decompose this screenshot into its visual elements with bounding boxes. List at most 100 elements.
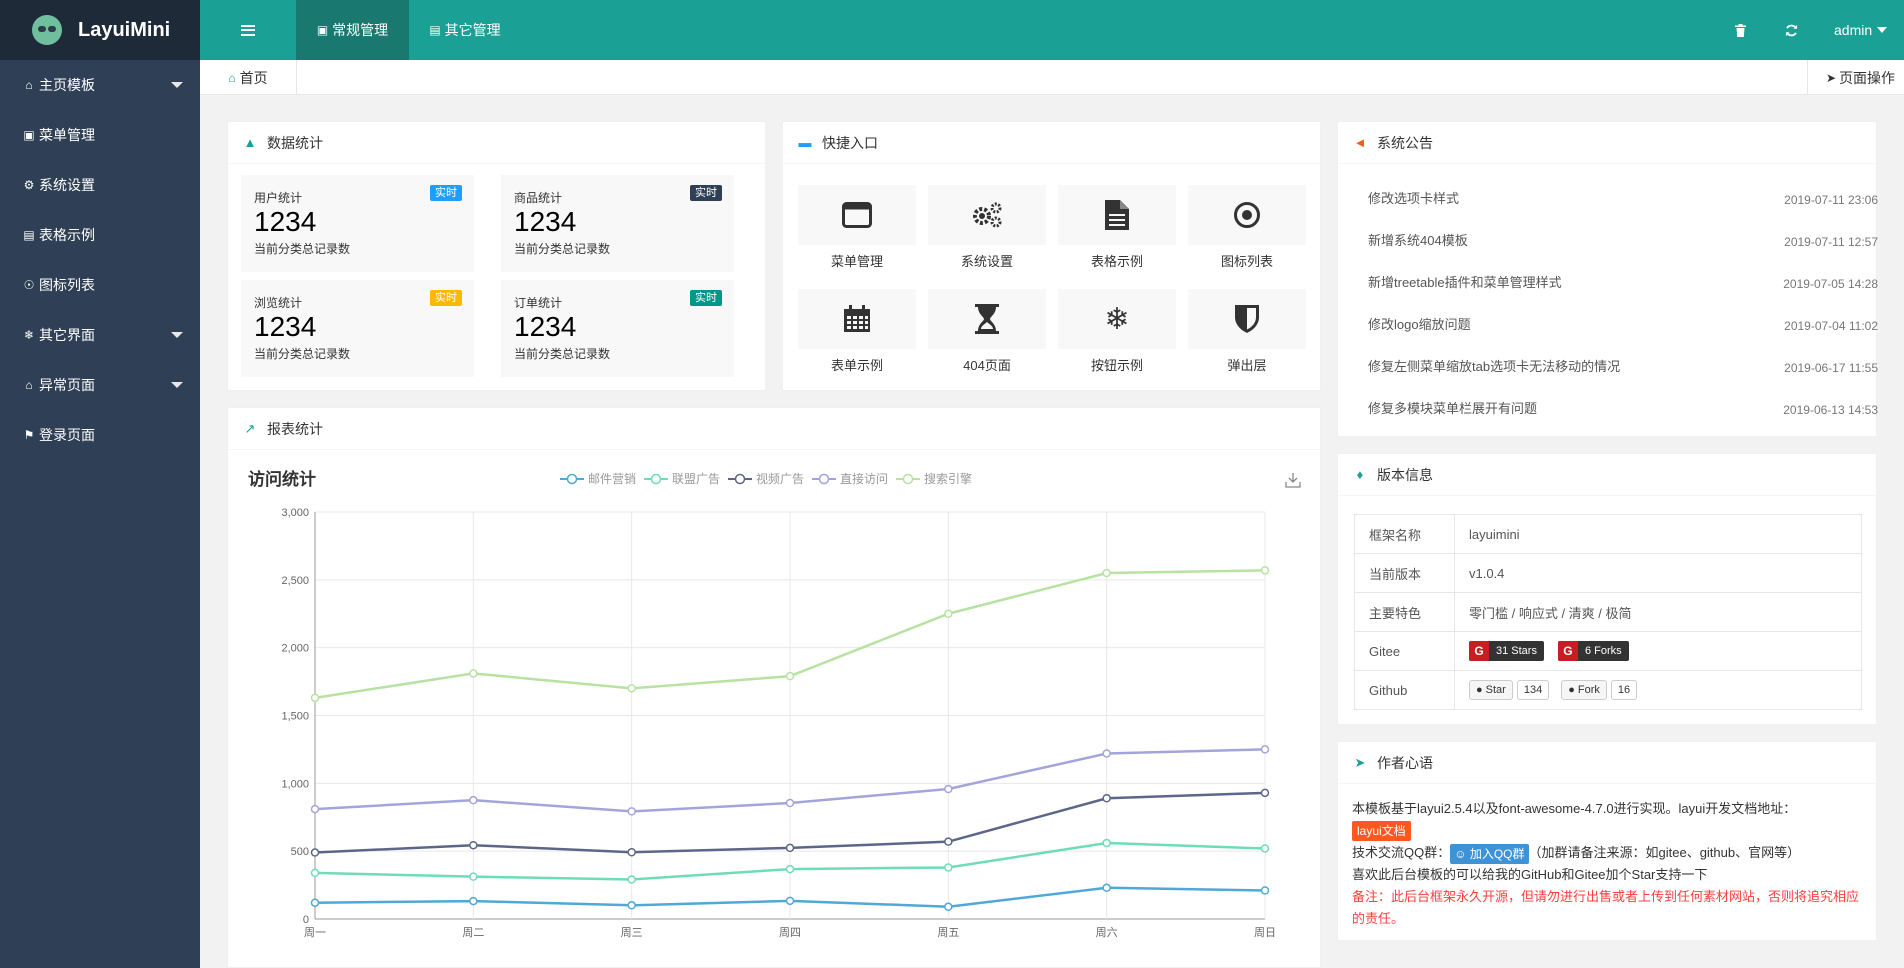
data-point[interactable] [627, 807, 636, 816]
github-star-count[interactable]: 134 [1516, 680, 1550, 700]
quick-entry-popup[interactable]: 弹出层 [1188, 289, 1306, 382]
legend-item[interactable]: 搜索引擎 [896, 471, 972, 486]
data-point[interactable] [1102, 883, 1111, 893]
tab-home[interactable]: ⌂ 首页 [200, 60, 297, 95]
top-tab-normal[interactable]: ▣ 常规管理 [296, 0, 409, 60]
data-point[interactable] [1260, 788, 1270, 798]
quick-entry-settings[interactable]: 系统设置 [928, 185, 1046, 278]
data-point[interactable] [310, 868, 320, 878]
stat-card-views[interactable]: 浏览统计 实时 1234 当前分类总记录数 [241, 280, 474, 377]
visit-chart: 访问统计 邮件营销 联盟广告 视频广告 直接访问 搜索引擎 0 500 1,000 1,500… [248, 469, 1301, 939]
stat-subtitle: 当前分类总记录数 [254, 347, 351, 361]
data-point[interactable] [310, 898, 320, 907]
data-point[interactable] [469, 872, 478, 881]
sidebar-item-error-pages[interactable]: ⌂ 异常页面 [0, 360, 200, 410]
github-fork-button[interactable]: ● Fork [1561, 680, 1607, 700]
window-icon: ▣ [23, 128, 35, 142]
sidebar-item-other-pages[interactable]: ❄ 其它界面 [0, 310, 200, 360]
github-star-button[interactable]: ● Star [1469, 680, 1513, 700]
refresh-icon [1785, 24, 1797, 36]
data-point[interactable] [785, 843, 795, 853]
quick-entry-menu[interactable]: 菜单管理 [798, 185, 916, 278]
sidebar-item-login[interactable]: ⚑ 登录页面 [0, 410, 200, 460]
data-point[interactable] [627, 901, 636, 910]
data-point[interactable] [1260, 745, 1270, 754]
sidebar-item-menu-manage[interactable]: ▣ 菜单管理 [0, 110, 200, 160]
stat-card-orders[interactable]: 订单统计 实时 1234 当前分类总记录数 [501, 280, 734, 377]
data-point[interactable] [469, 795, 478, 805]
notice-card: ◄ 系统公告 修改选项卡样式 2019-07-11 23:06 新增系统404模… [1337, 121, 1878, 437]
quick-entry-buttons[interactable]: ❄ 按钮示例 [1058, 289, 1176, 382]
data-point[interactable] [944, 837, 953, 846]
stat-card-products[interactable]: 商品统计 实时 1234 当前分类总记录数 [501, 175, 734, 272]
notice-item[interactable]: 修复左侧菜单缩放tab选项卡无法移动的情况 2019-06-17 11:55 [1368, 356, 1878, 376]
gitee-forks-badge[interactable]: G 6 Forks [1557, 641, 1629, 661]
legend-item[interactable]: 邮件营销 [560, 472, 636, 486]
data-point[interactable] [944, 609, 953, 618]
data-point[interactable] [944, 902, 953, 912]
stat-card-users[interactable]: 用户统计 实时 1234 当前分类总记录数 [241, 175, 474, 272]
stat-value: 1234 [254, 311, 317, 342]
data-point[interactable] [1260, 886, 1270, 895]
legend-marker [902, 473, 914, 485]
sidebar-item-icon-list[interactable]: ☉ 图标列表 [0, 260, 200, 310]
legend-item[interactable]: 视频广告 [728, 471, 804, 486]
download-icon[interactable] [1285, 473, 1301, 488]
data-point[interactable] [469, 896, 478, 906]
paper-plane-icon: ➤ [1826, 70, 1837, 85]
top-tab-other[interactable]: ▤ 其它管理 [409, 0, 521, 60]
data-point[interactable] [1102, 838, 1111, 848]
notice-item[interactable]: 修复多模块菜单栏展开有问题 2019-06-13 14:53 [1368, 398, 1878, 418]
data-point[interactable] [944, 863, 953, 872]
notice-item[interactable]: 修改logo缩放问题 2019-07-04 11:02 [1368, 314, 1878, 334]
data-point[interactable] [1102, 568, 1111, 578]
data-point[interactable] [785, 798, 795, 808]
github-fork-count[interactable]: 16 [1610, 680, 1638, 700]
data-point[interactable] [627, 875, 636, 884]
quick-entry-icons[interactable]: 图标列表 [1188, 185, 1306, 278]
refresh-button[interactable] [1779, 0, 1803, 60]
stat-label: 浏览统计 [254, 296, 303, 310]
notice-item[interactable]: 新增系统404模板 2019-07-11 12:57 [1368, 230, 1878, 250]
logo[interactable]: LayuiMini [0, 0, 200, 60]
data-point[interactable] [1260, 844, 1270, 853]
gitee-stars-badge[interactable]: G 31 Stars [1469, 641, 1544, 661]
notice-item[interactable]: 新增treetable插件和菜单管理样式 2019-07-05 14:28 [1368, 272, 1878, 292]
legend-item[interactable]: 联盟广告 [644, 472, 720, 486]
sidebar-item-settings[interactable]: ⚙ 系统设置 [0, 160, 200, 210]
data-point[interactable] [1102, 749, 1111, 758]
data-point[interactable] [469, 840, 478, 850]
sidebar-item-home-templates[interactable]: ⌂ 主页模板 [0, 60, 200, 110]
data-point[interactable] [627, 848, 636, 857]
layui-doc-link[interactable]: layui文档 [1352, 821, 1411, 841]
clear-cache-button[interactable] [1728, 0, 1752, 60]
stat-label: 商品统计 [514, 191, 563, 205]
data-point[interactable] [785, 864, 795, 874]
page-operations-button[interactable]: ➤ 页面操作 [1807, 60, 1904, 95]
notice-item[interactable]: 修改选项卡样式 2019-07-11 23:06 [1368, 188, 1878, 208]
quick-entry-form[interactable]: 表单示例 [798, 289, 916, 382]
data-point[interactable] [310, 693, 320, 703]
data-point[interactable] [469, 669, 478, 678]
data-point[interactable] [785, 896, 795, 906]
report-card: ↗ 报表统计 访问统计 邮件营销 联盟广告 视频广告 直接访问 搜索引擎 0 500 1,0… [227, 407, 1321, 968]
data-point[interactable] [310, 804, 320, 814]
menu-toggle-icon [241, 24, 255, 36]
data-point[interactable] [1260, 566, 1270, 575]
credit-card-icon: ▬ [798, 135, 812, 150]
data-point[interactable] [785, 671, 795, 681]
data-point[interactable] [944, 784, 953, 794]
data-point[interactable] [310, 848, 320, 857]
quick-entry-404[interactable]: 404页面 [928, 289, 1046, 382]
legend-item[interactable]: 直接访问 [812, 471, 888, 486]
sidebar-item-table-example[interactable]: ▤ 表格示例 [0, 210, 200, 260]
chart-y-axis: 0 500 1,000 1,500 2,000 2,500 3,000 [281, 507, 316, 926]
join-qq-button[interactable]: ☺ 加入QQ群 [1450, 843, 1529, 864]
quick-entry-table[interactable]: 表格示例 [1058, 185, 1176, 278]
data-point[interactable] [627, 684, 636, 693]
stat-subtitle: 当前分类总记录数 [514, 242, 611, 256]
data-point[interactable] [1102, 794, 1111, 803]
user-box-icon: ▣ [316, 23, 329, 37]
menu-toggle-button[interactable] [200, 0, 296, 60]
user-menu[interactable]: admin [1834, 0, 1904, 60]
